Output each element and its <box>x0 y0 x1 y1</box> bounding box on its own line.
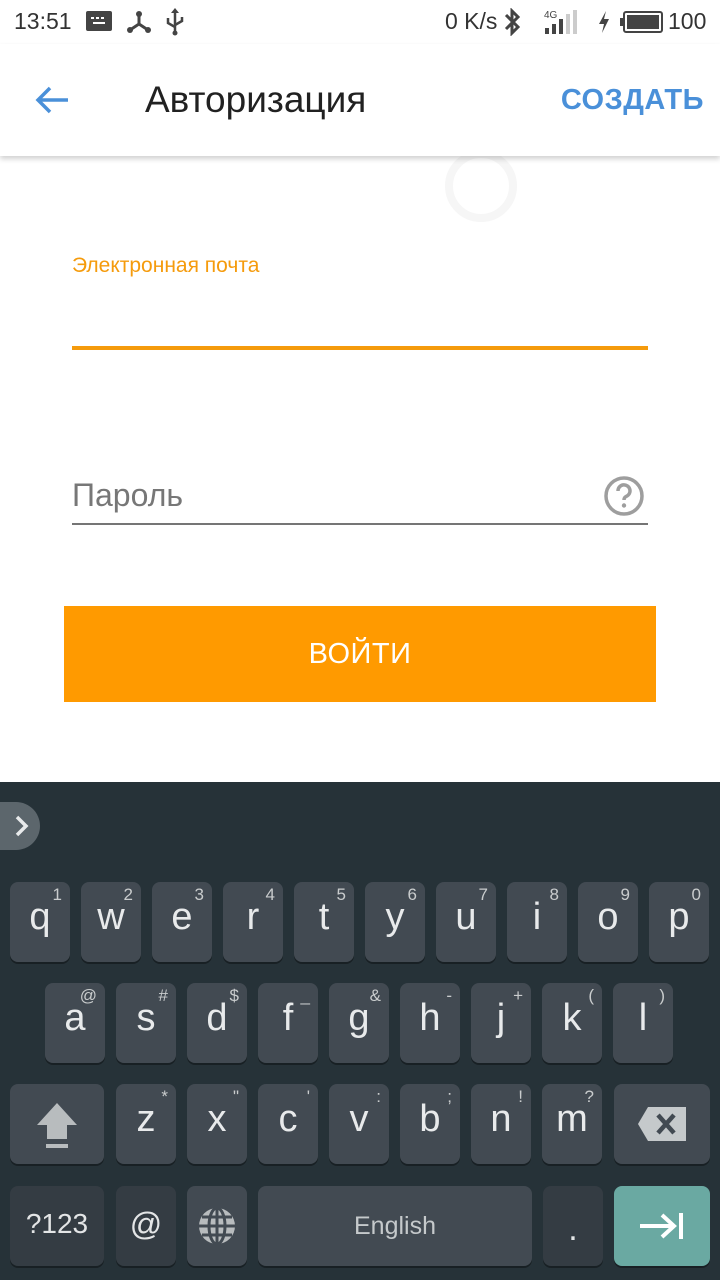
next-field-key[interactable] <box>614 1186 710 1266</box>
period-key-label: . <box>568 1210 578 1248</box>
space-key[interactable]: English <box>258 1186 532 1266</box>
key-hint: _ <box>300 986 310 1005</box>
password-underline <box>72 523 648 525</box>
network-type: 4G <box>544 10 558 21</box>
email-label: Электронная почта <box>72 254 260 277</box>
charging-icon <box>596 10 612 39</box>
space-key-label: English <box>354 1212 436 1240</box>
globe-icon <box>199 1206 235 1246</box>
loading-spinner <box>445 150 517 222</box>
key-y[interactable]: y6 <box>365 882 425 962</box>
key-i[interactable]: i8 <box>507 882 567 962</box>
key-hint: 4 <box>265 885 275 904</box>
key-x[interactable]: x " <box>187 1084 247 1164</box>
key-hint: 6 <box>407 885 417 904</box>
key-u[interactable]: u7 <box>436 882 496 962</box>
backspace-icon <box>638 1107 686 1141</box>
password-field[interactable] <box>72 470 592 520</box>
key-hint: ? <box>584 1087 594 1106</box>
email-underline <box>72 346 648 350</box>
key-hint: 0 <box>691 885 701 904</box>
page-title: Авторизация <box>145 79 367 120</box>
key-hint: 7 <box>478 885 488 904</box>
key-p[interactable]: p0 <box>649 882 709 962</box>
key-hint: ! <box>518 1087 523 1106</box>
key-hint: # <box>158 986 168 1005</box>
signal-icon: 4G <box>544 9 582 40</box>
key-s[interactable]: s # <box>116 983 176 1063</box>
tab-arrow-icon <box>640 1213 683 1239</box>
key-hint: ; <box>447 1087 452 1106</box>
key-hint: ' <box>306 1087 310 1106</box>
status-bar: 13:51 0 K/s 4G 100 <box>0 0 720 44</box>
key-hint: @ <box>79 986 97 1005</box>
login-button[interactable]: ВОЙТИ <box>64 606 656 702</box>
back-button[interactable] <box>32 80 80 120</box>
key-e[interactable]: e3 <box>152 882 212 962</box>
key-hint: : <box>376 1087 381 1106</box>
status-time: 13:51 <box>14 8 72 34</box>
key-f[interactable]: f _ <box>258 983 318 1063</box>
key-h[interactable]: h- <box>400 983 460 1063</box>
language-key[interactable] <box>187 1186 247 1266</box>
period-key[interactable]: . <box>543 1186 603 1266</box>
share-network-icon <box>126 10 152 39</box>
arrow-left-icon <box>35 86 68 114</box>
key-m[interactable]: m? <box>542 1084 602 1164</box>
battery-icon <box>620 11 664 38</box>
key-hint: 8 <box>549 885 559 904</box>
at-key-label: @ <box>129 1206 163 1242</box>
shift-arrow-icon <box>37 1103 77 1148</box>
key-hint: $ <box>229 986 239 1005</box>
key-b[interactable]: b; <box>400 1084 460 1164</box>
network-speed: 0 K/s <box>445 8 498 34</box>
key-hint: ) <box>659 986 665 1005</box>
key-n[interactable]: n! <box>471 1084 531 1164</box>
app-bar: Авторизация СОЗДАТЬ <box>0 44 720 156</box>
key-hint: 2 <box>123 885 133 904</box>
key-o[interactable]: o9 <box>578 882 638 962</box>
chevron-right-icon <box>15 815 29 837</box>
key-hint: 5 <box>336 885 346 904</box>
key-hint: " <box>232 1087 239 1106</box>
key-l[interactable]: l) <box>613 983 673 1063</box>
bluetooth-icon <box>502 7 522 41</box>
key-hint: 1 <box>52 885 62 904</box>
key-c[interactable]: c ' <box>258 1084 318 1164</box>
key-t[interactable]: t5 <box>294 882 354 962</box>
symbols-key[interactable]: ?123 <box>10 1186 104 1266</box>
create-account-button[interactable]: СОЗДАТЬ <box>561 84 704 117</box>
key-hint: + <box>513 986 523 1005</box>
key-hint: 3 <box>194 885 204 904</box>
key-d[interactable]: d $ <box>187 983 247 1063</box>
battery-level: 100 <box>668 8 707 34</box>
key-hint: & <box>369 986 381 1005</box>
key-hint: ( <box>588 986 594 1005</box>
backspace-key[interactable] <box>614 1084 710 1164</box>
key-j[interactable]: j + <box>471 983 531 1063</box>
shift-key[interactable] <box>10 1084 104 1164</box>
key-q[interactable]: q1 <box>10 882 70 962</box>
key-hint: - <box>446 986 452 1005</box>
key-g[interactable]: g & <box>329 983 389 1063</box>
help-circle-icon[interactable] <box>603 475 645 517</box>
symbols-key-label: ?123 <box>25 1208 89 1239</box>
key-r[interactable]: r4 <box>223 882 283 962</box>
key-hint: * <box>161 1087 168 1106</box>
key-k[interactable]: k( <box>542 983 602 1063</box>
key-a[interactable]: a @ <box>45 983 105 1063</box>
at-key[interactable]: @ <box>116 1186 176 1266</box>
soft-keyboard: q1w2e3r4t5y6u7i8o9p0 a @ s # d $ f _ g & h - j + k(l) … <box>0 782 720 1280</box>
usb-icon <box>165 8 185 41</box>
keyboard-expand-button[interactable] <box>0 802 40 850</box>
key-v[interactable]: v: <box>329 1084 389 1164</box>
key-hint: 9 <box>620 885 630 904</box>
email-field[interactable] <box>72 290 648 346</box>
key-z[interactable]: z * <box>116 1084 176 1164</box>
keyboard-icon <box>86 10 112 37</box>
key-w[interactable]: w2 <box>81 882 141 962</box>
